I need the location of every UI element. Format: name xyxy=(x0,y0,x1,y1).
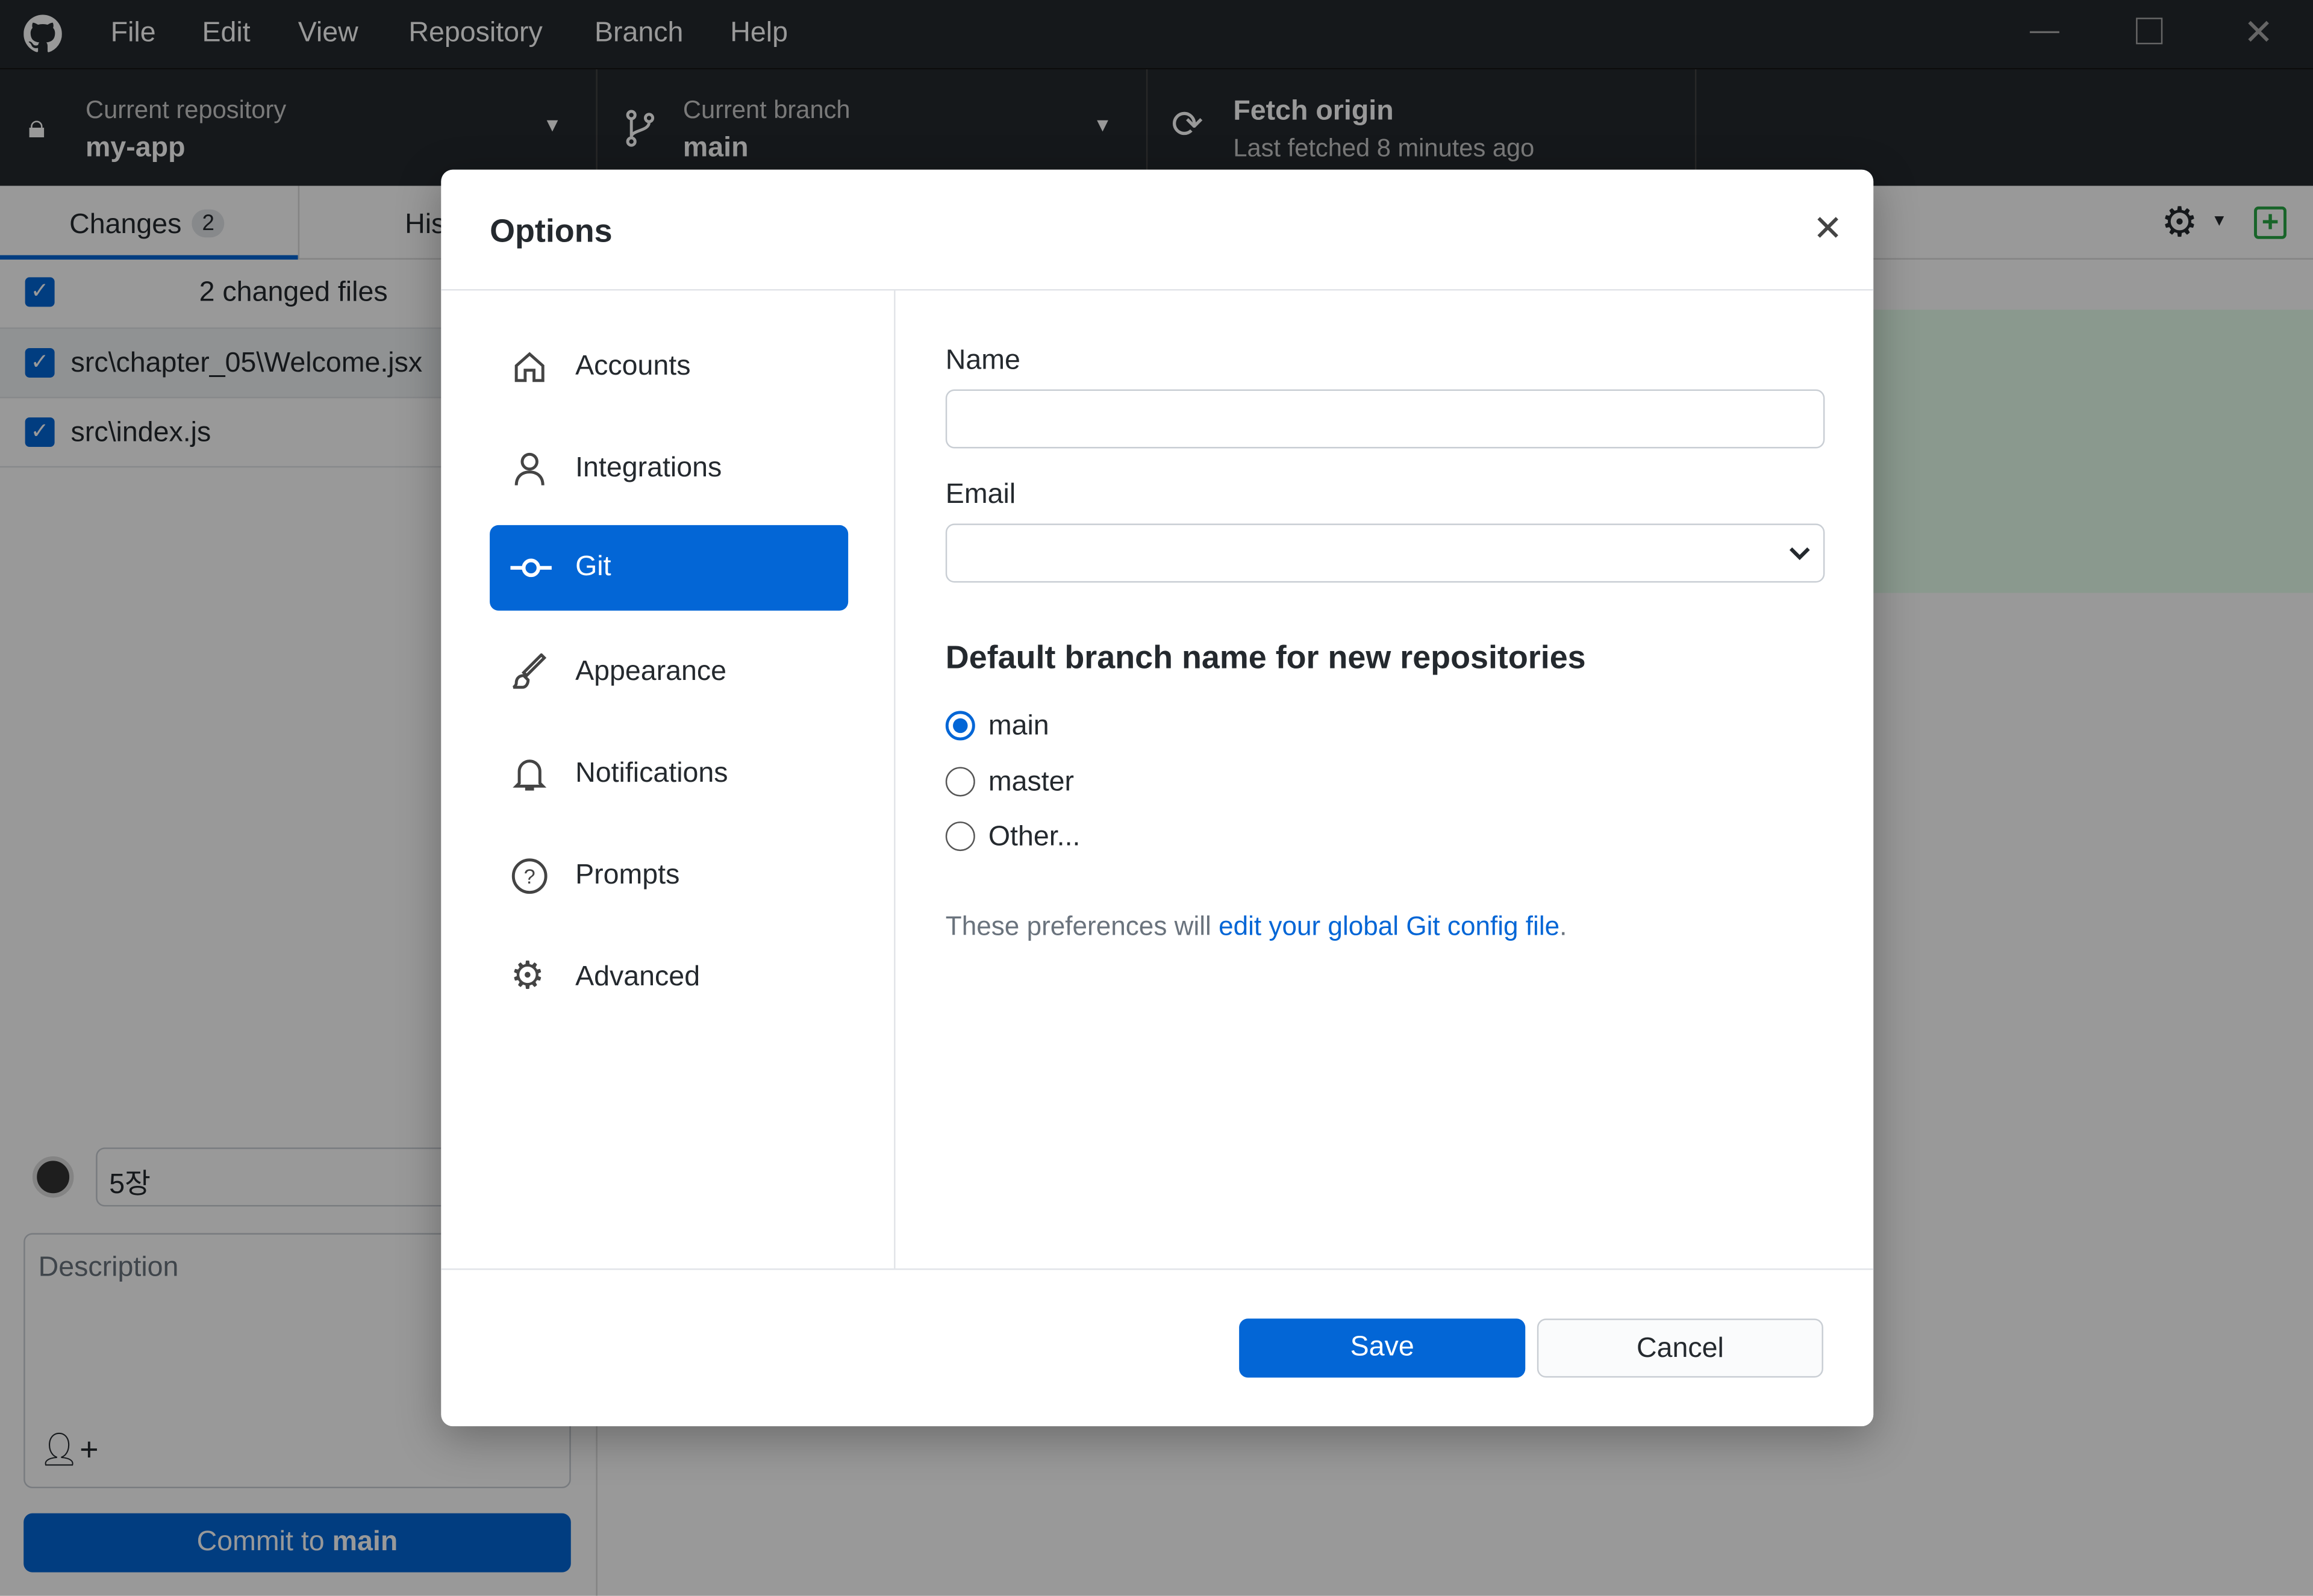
paintbrush-icon xyxy=(510,652,549,692)
question-icon: ? xyxy=(510,857,549,896)
dialog-title: Options xyxy=(490,212,613,249)
radio-other[interactable] xyxy=(945,821,975,852)
note-text: These preferences will xyxy=(945,911,1219,941)
nav-label: Advanced xyxy=(575,961,701,993)
dialog-header: Options ✕ xyxy=(441,170,1874,291)
nav-notifications[interactable]: Notifications xyxy=(490,732,848,817)
nav-appearance[interactable]: Appearance xyxy=(490,630,848,715)
git-config-link[interactable]: edit your global Git config file xyxy=(1219,911,1559,941)
radio-master[interactable] xyxy=(945,767,975,797)
nav-label: Notifications xyxy=(575,758,728,790)
options-nav: Accounts Integrations Git Appearance Not… xyxy=(441,290,896,1269)
radio-other-label[interactable]: Other... xyxy=(988,821,1081,854)
nav-prompts[interactable]: ? Prompts xyxy=(490,834,848,919)
bell-icon xyxy=(510,755,549,794)
options-dialog: Options ✕ Accounts Integrations Git Appe… xyxy=(441,169,1874,1427)
svg-text:?: ? xyxy=(524,865,535,888)
nav-label: Accounts xyxy=(575,351,691,382)
radio-main-label[interactable]: main xyxy=(988,711,1049,743)
git-commit-icon xyxy=(510,549,552,587)
person-icon xyxy=(510,450,549,488)
nav-git[interactable]: Git xyxy=(490,525,849,611)
nav-accounts[interactable]: Accounts xyxy=(490,325,848,410)
cancel-button[interactable]: Cancel xyxy=(1537,1318,1823,1378)
nav-advanced[interactable]: ⚙ Advanced xyxy=(490,935,848,1021)
radio-master-label[interactable]: master xyxy=(988,767,1074,799)
radio-main[interactable] xyxy=(945,711,975,741)
nav-label: Integrations xyxy=(575,452,722,484)
gear-icon: ⚙ xyxy=(510,953,545,997)
name-input[interactable] xyxy=(945,389,1825,449)
nav-label: Prompts xyxy=(575,859,680,891)
email-select[interactable] xyxy=(945,523,1825,583)
git-config-note: These preferences will edit your global … xyxy=(946,911,1567,942)
email-label: Email xyxy=(945,479,1016,511)
nav-label: Appearance xyxy=(575,656,727,688)
nav-label: Git xyxy=(575,551,611,583)
home-icon xyxy=(510,348,549,387)
footer-divider xyxy=(441,1268,1874,1270)
name-label: Name xyxy=(945,345,1020,376)
nav-integrations[interactable]: Integrations xyxy=(490,426,848,512)
save-button[interactable]: Save xyxy=(1239,1318,1526,1378)
chevron-down-icon xyxy=(1789,547,1810,561)
close-dialog-button[interactable]: ✕ xyxy=(1813,208,1843,251)
default-branch-heading: Default branch name for new repositories xyxy=(945,638,1586,676)
note-suffix: . xyxy=(1559,911,1567,941)
